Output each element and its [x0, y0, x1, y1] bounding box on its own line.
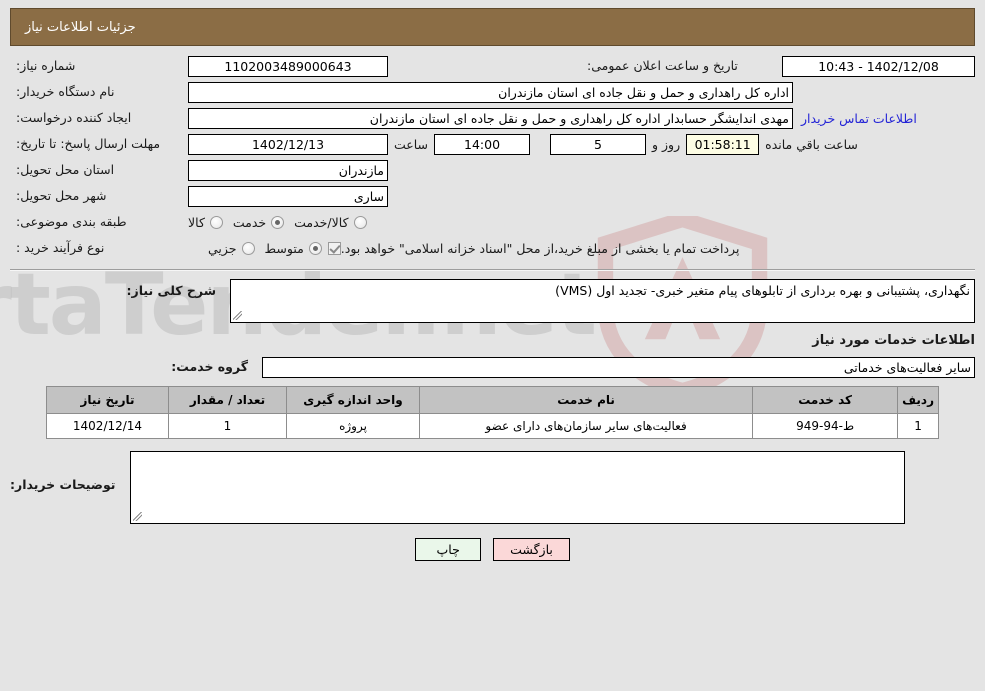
radio-icon-selected[interactable] [271, 215, 285, 229]
process-label: نوع فرآیند خرید : [16, 240, 105, 256]
category-option-1-label: خدمت [232, 214, 267, 230]
remaining-time-value: 01:58:11 [686, 133, 760, 155]
requester-label: ایجاد کننده درخواست: [16, 110, 132, 126]
days-and-label: روز و [652, 136, 681, 152]
need-summary-panel: 1402/12/08 - 10:43 تاریخ و ساعت اعلان عم… [10, 55, 975, 259]
treasury-text: پرداخت تمام یا بخشی از مبلغ خرید،از محل … [340, 240, 740, 256]
category-option-0-label: کالا [188, 214, 205, 230]
province-value: مازندران [188, 159, 388, 181]
buyer-notes-textarea[interactable] [129, 451, 905, 524]
footer-actions: بازگشت چاپ [10, 538, 975, 561]
th-unit: واحد اندازه گیری [286, 386, 420, 414]
radio-icon[interactable] [353, 215, 367, 229]
deadline-label: مهلت ارسال پاسخ: تا تاریخ: [16, 136, 161, 152]
row-need-number: 1402/12/08 - 10:43 تاریخ و ساعت اعلان عم… [10, 55, 975, 77]
process-option-0[interactable]: جزیي [208, 241, 255, 256]
buyer-contact-link[interactable]: اطلاعات تماس خریدار [793, 111, 917, 126]
announce-datetime-label: تاریخ و ساعت اعلان عمومی: [587, 58, 738, 74]
print-button[interactable]: چاپ [415, 538, 482, 561]
requester-value: مهدی اندایشگر حسابدار اداره کل راهداری و… [188, 107, 793, 129]
buyer-org-label: نام دستگاه خریدار: [16, 84, 115, 100]
cell-unit: پروژه [286, 413, 420, 439]
page-title: جزئیات اطلاعات نیاز [25, 19, 136, 35]
th-row-no: ردیف [897, 386, 939, 414]
remaining-days-value: 5 [550, 133, 647, 155]
cell-need-date: 1402/12/14 [46, 413, 169, 439]
services-table: ردیف کد خدمت نام خدمت واحد اندازه گیری ت… [46, 386, 939, 439]
row-city: ساری شهر محل تحویل: [10, 185, 975, 207]
page-header-bar: جزئیات اطلاعات نیاز [10, 8, 975, 46]
deadline-date-value: 1402/12/13 [188, 133, 388, 155]
row-buyer-notes: توضیحات خریدار: [10, 451, 975, 524]
cell-service-code: ط-94-949 [752, 413, 899, 439]
row-process-type: پرداخت تمام یا بخشی از مبلغ خرید،از محل … [10, 237, 975, 259]
cell-row-no: 1 [897, 413, 939, 439]
row-deadline: ساعت باقي مانده 01:58:11 روز و 5 14:00 س… [10, 133, 975, 155]
radio-icon[interactable] [241, 241, 255, 255]
category-option-1[interactable]: خدمت [232, 214, 285, 230]
services-section-title: اطلاعات خدمات مورد نیاز [812, 333, 975, 348]
city-label: شهر محل تحویل: [16, 188, 107, 204]
process-radio-group: متوسط جزیي [198, 241, 322, 256]
category-label: طبقه بندی موضوعی: [16, 214, 127, 230]
buyer-notes-label: توضیحات خریدار: [10, 477, 116, 492]
category-option-0[interactable]: کالا [188, 215, 223, 230]
radio-icon[interactable] [209, 215, 223, 229]
hour-label: ساعت [394, 136, 429, 152]
cell-quantity: 1 [168, 413, 287, 439]
row-service-group: سایر فعالیت‌های خدماتی گروه خدمت: [10, 356, 975, 378]
page-root: جزئیات اطلاعات نیاز 1402/12/08 - 10:43 ت… [0, 0, 985, 561]
section-divider [10, 269, 975, 271]
deadline-time-value: 14:00 [434, 133, 531, 155]
process-option-0-label: جزیي [208, 240, 237, 256]
need-number-label: شماره نیاز: [16, 58, 76, 74]
th-quantity: تعداد / مقدار [168, 386, 287, 414]
remaining-suffix-label: ساعت باقي مانده [765, 136, 858, 152]
back-button[interactable]: بازگشت [493, 538, 570, 561]
row-requester: اطلاعات تماس خریدار مهدی اندایشگر حسابدا… [10, 107, 975, 129]
row-province: مازندران استان محل تحویل: [10, 159, 975, 181]
table-row: 1 ط-94-949 فعالیت‌های سایر سازمان‌های دا… [46, 413, 939, 439]
need-number-value: 1102003489000643 [188, 55, 388, 77]
row-buyer-org: اداره کل راهداری و حمل و نقل جاده ای است… [10, 81, 975, 103]
category-radio-group: کالا/خدمت خدمت کالا [178, 215, 367, 230]
cell-service-name: فعالیت‌های سایر سازمان‌های دارای عضو [418, 413, 754, 439]
row-category: کالا/خدمت خدمت کالا طبقه بندی موضوعی: [10, 211, 975, 233]
service-group-value: سایر فعالیت‌های خدماتی [262, 356, 975, 378]
buyer-org-value: اداره کل راهداری و حمل و نقل جاده ای است… [188, 81, 793, 103]
category-option-2[interactable]: کالا/خدمت [294, 214, 367, 230]
province-label: استان محل تحویل: [16, 162, 115, 178]
general-description-textarea[interactable]: نگهداری، پشتیبانی و بهره برداری از تابلو… [230, 279, 975, 323]
announce-datetime-value: 1402/12/08 - 10:43 [782, 55, 975, 77]
th-service-name: نام خدمت [418, 386, 754, 414]
th-service-code: کد خدمت [752, 386, 899, 414]
process-option-1[interactable]: متوسط [265, 241, 322, 256]
radio-icon-selected[interactable] [308, 241, 322, 255]
row-description: نگهداری، پشتیبانی و بهره برداری از تابلو… [10, 279, 975, 323]
general-description-label: شرح کلی نیاز: [126, 283, 216, 298]
th-need-date: تاریخ نیاز [46, 386, 169, 414]
city-value: ساری [188, 185, 388, 207]
service-group-label: گروه خدمت: [171, 359, 248, 375]
table-header-row: ردیف کد خدمت نام خدمت واحد اندازه گیری ت… [46, 386, 939, 414]
treasury-checkbox[interactable] [327, 241, 341, 255]
process-option-1-label: متوسط [264, 240, 304, 256]
category-option-2-label: کالا/خدمت [294, 214, 349, 230]
